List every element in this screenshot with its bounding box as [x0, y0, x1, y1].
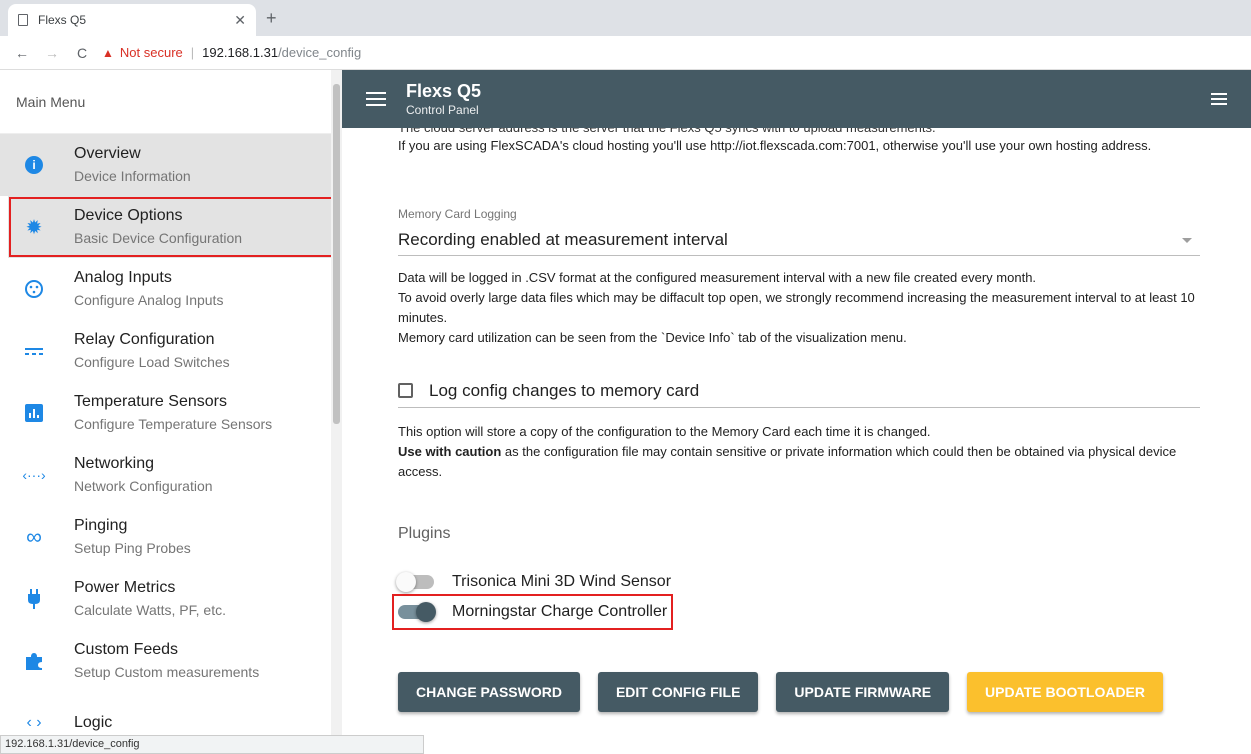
update-firmware-button[interactable]: UPDATE FIRMWARE: [776, 672, 950, 712]
main-menu-sidebar: Main Menu i Overview Device Information …: [0, 70, 342, 754]
status-bar-url: 192.168.1.31/device_config: [0, 735, 424, 754]
sidebar-item-subtitle: Configure Load Switches: [74, 354, 230, 370]
forward-icon[interactable]: →: [44, 45, 60, 61]
plugins-heading: Plugins: [398, 525, 451, 542]
sidebar-scroll-thumb[interactable]: [333, 84, 340, 424]
chevron-down-icon: [1182, 238, 1192, 243]
tab-title: Flexs Q5: [38, 13, 87, 27]
update-bootloader-button[interactable]: UPDATE BOOTLOADER: [967, 672, 1164, 712]
code-icon: ‹ ›: [26, 714, 42, 731]
sidebar-item-subtitle: Setup Ping Probes: [74, 540, 191, 556]
log-config-label: Log config changes to memory card: [429, 380, 700, 400]
plugin-toggle-trisonica[interactable]: Trisonica Mini 3D Wind Sensor: [396, 570, 672, 594]
sidebar-item-title: Logic: [74, 714, 113, 731]
browser-tab-bar: Flexs Q5 ✕ +: [0, 0, 1251, 36]
infinity-icon: ∞: [26, 524, 42, 549]
memory-note: Memory card utilization can be seen from…: [398, 330, 907, 345]
caution-text: Use with caution: [398, 444, 502, 459]
sidebar-item-title: Overview: [74, 145, 141, 162]
sidebar-item-overview[interactable]: i Overview Device Information: [0, 134, 342, 196]
sidebar-item-title: Device Options: [74, 207, 183, 224]
sidebar-item-subtitle: Calculate Watts, PF, etc.: [74, 602, 226, 618]
bar-chart-icon: [24, 403, 44, 423]
network-code-icon: ‹···›: [22, 467, 46, 483]
log-note: This option will store a copy of the con…: [398, 424, 931, 439]
sidebar-item-title: Pinging: [74, 517, 128, 534]
url-path: /device_config: [278, 45, 362, 60]
log-config-checkbox[interactable]: [398, 383, 413, 398]
main-menu-header: Main Menu: [0, 70, 342, 134]
sidebar-item-pinging[interactable]: ∞ Pinging Setup Ping Probes: [0, 506, 342, 568]
log-caution-note: Use with caution as the configuration fi…: [398, 442, 1200, 482]
change-password-button[interactable]: CHANGE PASSWORD: [398, 672, 580, 712]
sidebar-item-custom-feeds[interactable]: Custom Feeds Setup Custom measurements: [0, 630, 342, 692]
sidebar-item-subtitle: Basic Device Configuration: [74, 230, 243, 246]
memory-card-logging-label: Memory Card Logging: [398, 207, 517, 221]
edit-config-file-button[interactable]: EDIT CONFIG FILE: [597, 672, 759, 712]
memory-note: Data will be logged in .CSV format at th…: [398, 270, 1037, 285]
log-config-checkbox-row[interactable]: Log config changes to memory card: [398, 374, 1200, 408]
sidebar-item-title: Networking: [74, 455, 155, 472]
sidebar-item-subtitle: Network Configuration: [74, 478, 213, 494]
sidebar-item-temperature-sensors[interactable]: Temperature Sensors Configure Temperatur…: [0, 382, 342, 444]
plugin-label: Trisonica Mini 3D Wind Sensor: [452, 573, 672, 590]
hamburger-menu-icon[interactable]: [366, 92, 386, 106]
sidebar-item-networking[interactable]: ‹···› Networking Network Configuration: [0, 444, 342, 506]
sidebar-item-power-metrics[interactable]: Power Metrics Calculate Watts, PF, etc.: [0, 568, 342, 630]
info-icon: i: [24, 155, 44, 175]
sidebar-item-title: Power Metrics: [74, 579, 176, 596]
memory-note: To avoid overly large data files which m…: [398, 290, 1195, 325]
plugin-label: Morningstar Charge Controller: [452, 603, 668, 620]
back-icon[interactable]: ←: [14, 45, 30, 61]
sidebar-item-relay-configuration[interactable]: Relay Configuration Configure Load Switc…: [0, 320, 342, 382]
new-tab-icon[interactable]: +: [266, 8, 277, 29]
sidebar-item-device-options[interactable]: ✹ Device Options Basic Device Configurat…: [8, 196, 334, 258]
sidebar-item-title: Temperature Sensors: [74, 393, 227, 410]
address-divider: |: [190, 45, 195, 60]
gear-icon: ✹: [25, 216, 43, 239]
dc-power-icon: [24, 341, 44, 361]
input-port-icon: [24, 279, 44, 299]
url-field[interactable]: ▲ Not secure | 192.168.1.31 /device_conf…: [102, 45, 361, 60]
page-icon: [18, 14, 28, 26]
close-tab-icon[interactable]: ✕: [234, 12, 246, 29]
app-bar: Flexs Q5 Control Panel: [342, 70, 1251, 128]
right-menu-icon[interactable]: [1211, 93, 1227, 105]
toggle-switch-off[interactable]: [396, 572, 434, 592]
sidebar-item-subtitle: Device Information: [74, 168, 191, 184]
toggle-switch-on[interactable]: [398, 602, 436, 622]
app-title: Flexs Q5: [406, 81, 482, 101]
sidebar-item-subtitle: Configure Temperature Sensors: [74, 416, 273, 432]
log-config-notes: This option will store a copy of the con…: [398, 422, 1200, 482]
sidebar-item-title: Custom Feeds: [74, 641, 179, 658]
memory-card-logging-select[interactable]: Recording enabled at measurement interva…: [398, 224, 1200, 256]
plugin-toggle-morningstar[interactable]: Morningstar Charge Controller: [391, 594, 674, 630]
not-secure-label: Not secure: [119, 45, 183, 60]
cloud-hosting-note: If you are using FlexSCADA's cloud hosti…: [398, 138, 1152, 153]
caution-detail: as the configuration file may contain se…: [398, 444, 1177, 479]
sidebar-item-analog-inputs[interactable]: Analog Inputs Configure Analog Inputs: [0, 258, 342, 320]
warning-icon: ▲: [102, 45, 114, 60]
sidebar-item-title: Analog Inputs: [74, 269, 172, 286]
url-host: 192.168.1.31: [202, 45, 279, 60]
sidebar-item-subtitle: Configure Analog Inputs: [74, 292, 224, 308]
memory-card-notes: Data will be logged in .CSV format at th…: [398, 268, 1200, 348]
memory-card-logging-value: Recording enabled at measurement interva…: [398, 229, 728, 249]
action-buttons: CHANGE PASSWORD EDIT CONFIG FILE UPDATE …: [398, 672, 1181, 712]
reload-icon[interactable]: C: [74, 45, 90, 61]
address-bar: ← → C ▲ Not secure | 192.168.1.31 /devic…: [0, 36, 1251, 70]
main-content: The cloud server address is the server t…: [342, 128, 1251, 754]
puzzle-icon: [24, 651, 44, 671]
sidebar-item-title: Relay Configuration: [74, 331, 215, 348]
browser-tab[interactable]: Flexs Q5 ✕: [8, 4, 256, 36]
plug-icon: [24, 589, 44, 609]
sidebar-item-subtitle: Setup Custom measurements: [74, 664, 260, 680]
app-subtitle: Control Panel: [406, 103, 479, 117]
